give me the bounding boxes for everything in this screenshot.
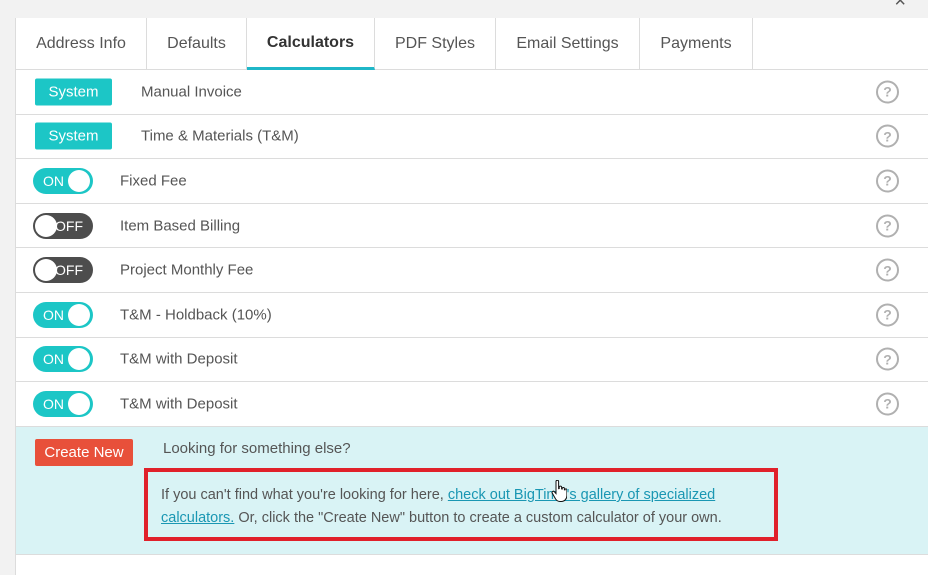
close-icon[interactable]: × [894, 0, 906, 11]
hand-cursor-icon [551, 480, 567, 502]
calculator-label: Time & Materials (T&M) [141, 127, 299, 145]
calculator-row-tm-with-deposit-2: ON T&M with Deposit ? [16, 382, 928, 427]
toggle-knob [68, 392, 90, 415]
toggle-state-label: ON [43, 306, 64, 323]
settings-panel: Address Info Defaults Calculators PDF St… [15, 18, 928, 575]
toggle-switch[interactable]: ON [33, 390, 93, 417]
toggle-switch[interactable]: ON [33, 346, 93, 373]
calculator-label: Project Monthly Fee [120, 261, 254, 279]
toggle-knob [35, 214, 57, 237]
toggle-knob [68, 348, 90, 371]
tab-calculators[interactable]: Calculators [247, 18, 375, 70]
toggle-knob [35, 259, 57, 282]
calculator-row-item-based-billing: OFF Item Based Billing ? [16, 204, 928, 249]
looking-heading: Looking for something else? [163, 440, 351, 457]
help-icon[interactable]: ? [876, 392, 899, 416]
calculator-list: System Manual Invoice ? System Time & Ma… [16, 70, 928, 427]
help-icon[interactable]: ? [876, 169, 899, 193]
help-icon[interactable]: ? [876, 303, 899, 327]
tab-bar: Address Info Defaults Calculators PDF St… [16, 18, 928, 70]
toggle-switch[interactable]: OFF [33, 257, 93, 284]
toggle-state-label: ON [43, 172, 64, 189]
calculator-row-tm-with-deposit: ON T&M with Deposit ? [16, 338, 928, 383]
calculator-label: T&M with Deposit [120, 350, 238, 368]
help-icon[interactable]: ? [876, 258, 899, 282]
system-badge: System [35, 78, 112, 106]
window-top-bar: × [0, 0, 928, 18]
tab-email-settings[interactable]: Email Settings [496, 18, 640, 70]
toggle-state-label: ON [43, 395, 64, 412]
info-text-suffix: Or, click the "Create New" button to cre… [234, 510, 722, 526]
tab-payments[interactable]: Payments [640, 18, 753, 70]
toggle-knob [68, 169, 90, 192]
help-icon[interactable]: ? [876, 347, 899, 371]
help-icon[interactable]: ? [876, 214, 899, 238]
info-text-prefix: If you can't find what you're looking fo… [161, 487, 448, 503]
toggle-state-label: OFF [55, 217, 83, 234]
calculator-row-fixed-fee: ON Fixed Fee ? [16, 159, 928, 204]
toggle-knob [68, 303, 90, 326]
calculator-row-manual-invoice: System Manual Invoice ? [16, 70, 928, 115]
tab-pdf-styles[interactable]: PDF Styles [375, 18, 496, 70]
toggle-switch[interactable]: ON [33, 301, 93, 328]
calculator-label: Fixed Fee [120, 172, 187, 190]
toggle-switch[interactable]: OFF [33, 212, 93, 239]
help-icon[interactable]: ? [876, 124, 899, 148]
calculator-label: T&M with Deposit [120, 395, 238, 413]
toggle-state-label: OFF [55, 262, 83, 279]
calculator-row-tm-holdback: ON T&M - Holdback (10%) ? [16, 293, 928, 338]
calculator-label: Item Based Billing [120, 217, 241, 235]
toggle-switch[interactable]: ON [33, 167, 93, 194]
tab-address-info[interactable]: Address Info [16, 18, 147, 70]
calculator-row-project-monthly-fee: OFF Project Monthly Fee ? [16, 248, 928, 293]
calculator-label: Manual Invoice [141, 83, 242, 101]
help-icon[interactable]: ? [876, 80, 899, 104]
toggle-state-label: ON [43, 351, 64, 368]
create-new-button[interactable]: Create New [35, 439, 133, 466]
highlighted-info-box: If you can't find what you're looking fo… [144, 468, 778, 541]
tab-defaults[interactable]: Defaults [147, 18, 247, 70]
calculator-row-time-materials: System Time & Materials (T&M) ? [16, 115, 928, 160]
calculator-label: T&M - Holdback (10%) [120, 306, 272, 324]
system-badge: System [35, 122, 112, 150]
create-new-section: Create New Looking for something else? I… [16, 427, 928, 555]
